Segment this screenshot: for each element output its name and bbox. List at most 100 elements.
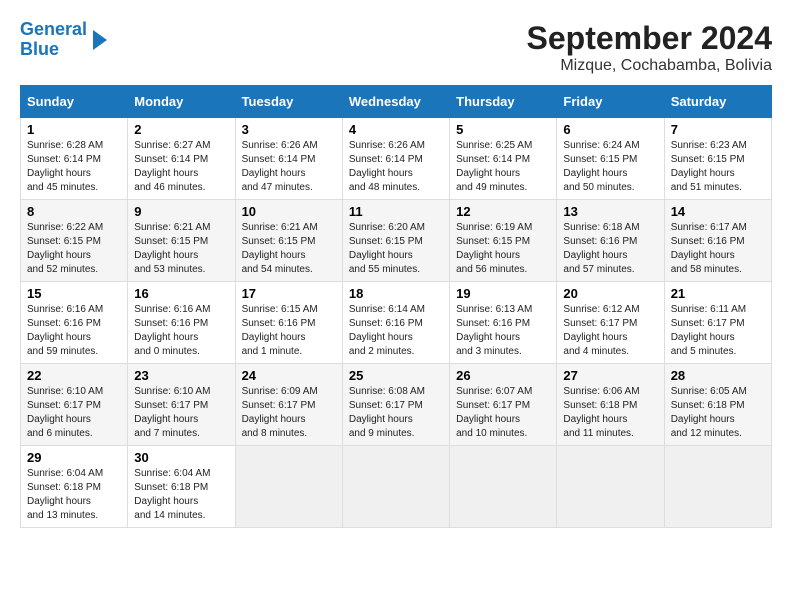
day-info: Sunrise: 6:23 AMSunset: 6:15 PMDaylight … [671,139,765,195]
sunrise-text: Sunrise: 6:20 AM [349,222,425,233]
daylight-label: Daylight hours [349,332,413,343]
daylight-minutes: and 49 minutes. [456,182,527,193]
sunset-text: Sunset: 6:15 PM [563,154,637,165]
calendar-subtitle: Mizque, Cochabamba, Bolivia [527,57,772,75]
daylight-label: Daylight hours [563,414,627,425]
sunrise-text: Sunrise: 6:21 AM [242,222,318,233]
day-number: 10 [242,204,336,219]
day-number: 14 [671,204,765,219]
sunset-text: Sunset: 6:15 PM [456,236,530,247]
calendar-cell [557,446,664,528]
day-info: Sunrise: 6:12 AMSunset: 6:17 PMDaylight … [563,303,657,359]
day-number: 2 [134,122,228,137]
calendar-title: September 2024 [527,20,772,57]
daylight-label: Daylight hours [671,250,735,261]
daylight-label: Daylight hours [563,168,627,179]
daylight-minutes: and 5 minutes. [671,346,737,357]
day-number: 6 [563,122,657,137]
daylight-label: Daylight hours [349,250,413,261]
daylight-label: Daylight hours [134,414,198,425]
weekday-header: Monday [128,86,235,118]
weekday-header: Friday [557,86,664,118]
day-number: 12 [456,204,550,219]
daylight-label: Daylight hours [456,332,520,343]
sunset-text: Sunset: 6:14 PM [27,154,101,165]
sunrise-text: Sunrise: 6:27 AM [134,140,210,151]
sunset-text: Sunset: 6:16 PM [27,318,101,329]
logo-arrow-icon [93,30,107,50]
daylight-minutes: and 12 minutes. [671,428,742,439]
daylight-label: Daylight hours [242,332,306,343]
day-info: Sunrise: 6:28 AMSunset: 6:14 PMDaylight … [27,139,121,195]
calendar-cell: 21Sunrise: 6:11 AMSunset: 6:17 PMDayligh… [664,282,771,364]
daylight-label: Daylight hours [242,168,306,179]
daylight-label: Daylight hours [456,250,520,261]
sunset-text: Sunset: 6:17 PM [242,400,316,411]
sunrise-text: Sunrise: 6:16 AM [134,304,210,315]
sunset-text: Sunset: 6:17 PM [456,400,530,411]
day-info: Sunrise: 6:10 AM Sunset: 6:17 PM Daylight … [134,385,228,441]
day-number: 22 [27,368,121,383]
calendar-cell: 8Sunrise: 6:22 AMSunset: 6:15 PMDaylight… [21,200,128,282]
calendar-cell: 9Sunrise: 6:21 AMSunset: 6:15 PMDaylight… [128,200,235,282]
day-info: Sunrise: 6:11 AMSunset: 6:17 PMDaylight … [671,303,765,359]
sunset-text: Sunset: 6:18 PM [134,482,208,493]
calendar-cell: 22Sunrise: 6:10 AMSunset: 6:17 PMDayligh… [21,364,128,446]
calendar-cell: 15 Sunrise: 6:16 AM Sunset: 6:16 PM Dayligh… [21,282,128,364]
sunrise-text: Sunrise: 6:16 AM [27,304,103,315]
daylight-label: Daylight hours [134,250,198,261]
daylight-minutes: and 8 minutes. [242,428,308,439]
sunrise-text: Sunrise: 6:21 AM [134,222,210,233]
daylight-minutes: and 47 minutes. [242,182,313,193]
sunrise-text: Sunrise: 6:15 AM [242,304,318,315]
sunrise-text: Sunrise: 6:19 AM [456,222,532,233]
weekday-header: Tuesday [235,86,342,118]
daylight-minutes: and 4 minutes. [563,346,629,357]
sunrise-text: Sunrise: 6:23 AM [671,140,747,151]
calendar-cell [342,446,449,528]
day-number: 28 [671,368,765,383]
daylight-label: Daylight hours [134,168,198,179]
calendar-cell: 4Sunrise: 6:26 AMSunset: 6:14 PMDaylight… [342,118,449,200]
day-number: 15 [27,286,121,301]
logo: GeneralBlue [20,20,107,60]
daylight-label: Daylight hours [27,332,91,343]
day-number: 11 [349,204,443,219]
day-info: Sunrise: 6:05 AMSunset: 6:18 PMDaylight … [671,385,765,441]
calendar-cell: 5Sunrise: 6:25 AMSunset: 6:14 PMDaylight… [450,118,557,200]
calendar-cell: 17Sunrise: 6:15 AMSunset: 6:16 PMDayligh… [235,282,342,364]
weekday-header: Sunday [21,86,128,118]
daylight-minutes: and 52 minutes. [27,264,98,275]
sunset-text: Sunset: 6:18 PM [671,400,745,411]
daylight-label: Daylight hours [134,332,198,343]
sunset-text: Sunset: 6:17 PM [134,400,208,411]
calendar-cell: 26Sunrise: 6:07 AMSunset: 6:17 PMDayligh… [450,364,557,446]
day-info: Sunrise: 6:24 AMSunset: 6:15 PMDaylight … [563,139,657,195]
calendar-cell [450,446,557,528]
daylight-minutes: and 7 minutes. [134,428,200,439]
day-info: Sunrise: 6:14 AMSunset: 6:16 PMDaylight … [349,303,443,359]
day-info: Sunrise: 6:26 AMSunset: 6:14 PMDaylight … [349,139,443,195]
sunrise-text: Sunrise: 6:10 AM [134,386,210,397]
day-info: Sunrise: 6:15 AMSunset: 6:16 PMDaylight … [242,303,336,359]
calendar-cell: 11 Sunrise: 6:20 AMSunset: 6:15 PMDayligh… [342,200,449,282]
day-number: 23 [134,368,228,383]
sunrise-text: Sunrise: 6:06 AM [563,386,639,397]
sunrise-text: Sunrise: 6:04 AM [134,468,210,479]
calendar-cell: 12 Sunrise: 6:19 AM Sunset: 6:15 PM Dayligh… [450,200,557,282]
sunset-text: Sunset: 6:15 PM [242,236,316,247]
daylight-minutes: and 1 minute. [242,346,303,357]
day-number: 16 [134,286,228,301]
day-number: 3 [242,122,336,137]
sunset-text: Sunset: 6:18 PM [27,482,101,493]
daylight-label: Daylight hours [242,414,306,425]
daylight-label: Daylight hours [27,168,91,179]
calendar-week-row: 15 Sunrise: 6:16 AM Sunset: 6:16 PM Dayligh… [21,282,772,364]
page-header: GeneralBlue September 2024 Mizque, Cocha… [20,20,772,75]
daylight-minutes: and 14 minutes. [134,510,205,521]
day-info: Sunrise: 6:13 AMSunset: 6:16 PMDaylight … [456,303,550,359]
calendar-week-row: 8Sunrise: 6:22 AMSunset: 6:15 PMDaylight… [21,200,772,282]
day-info: Sunrise: 6:06 AMSunset: 6:18 PMDaylight … [563,385,657,441]
day-info: Sunrise: 6:20 AMSunset: 6:15 PMDaylight … [349,221,443,277]
sunset-text: Sunset: 6:16 PM [456,318,530,329]
